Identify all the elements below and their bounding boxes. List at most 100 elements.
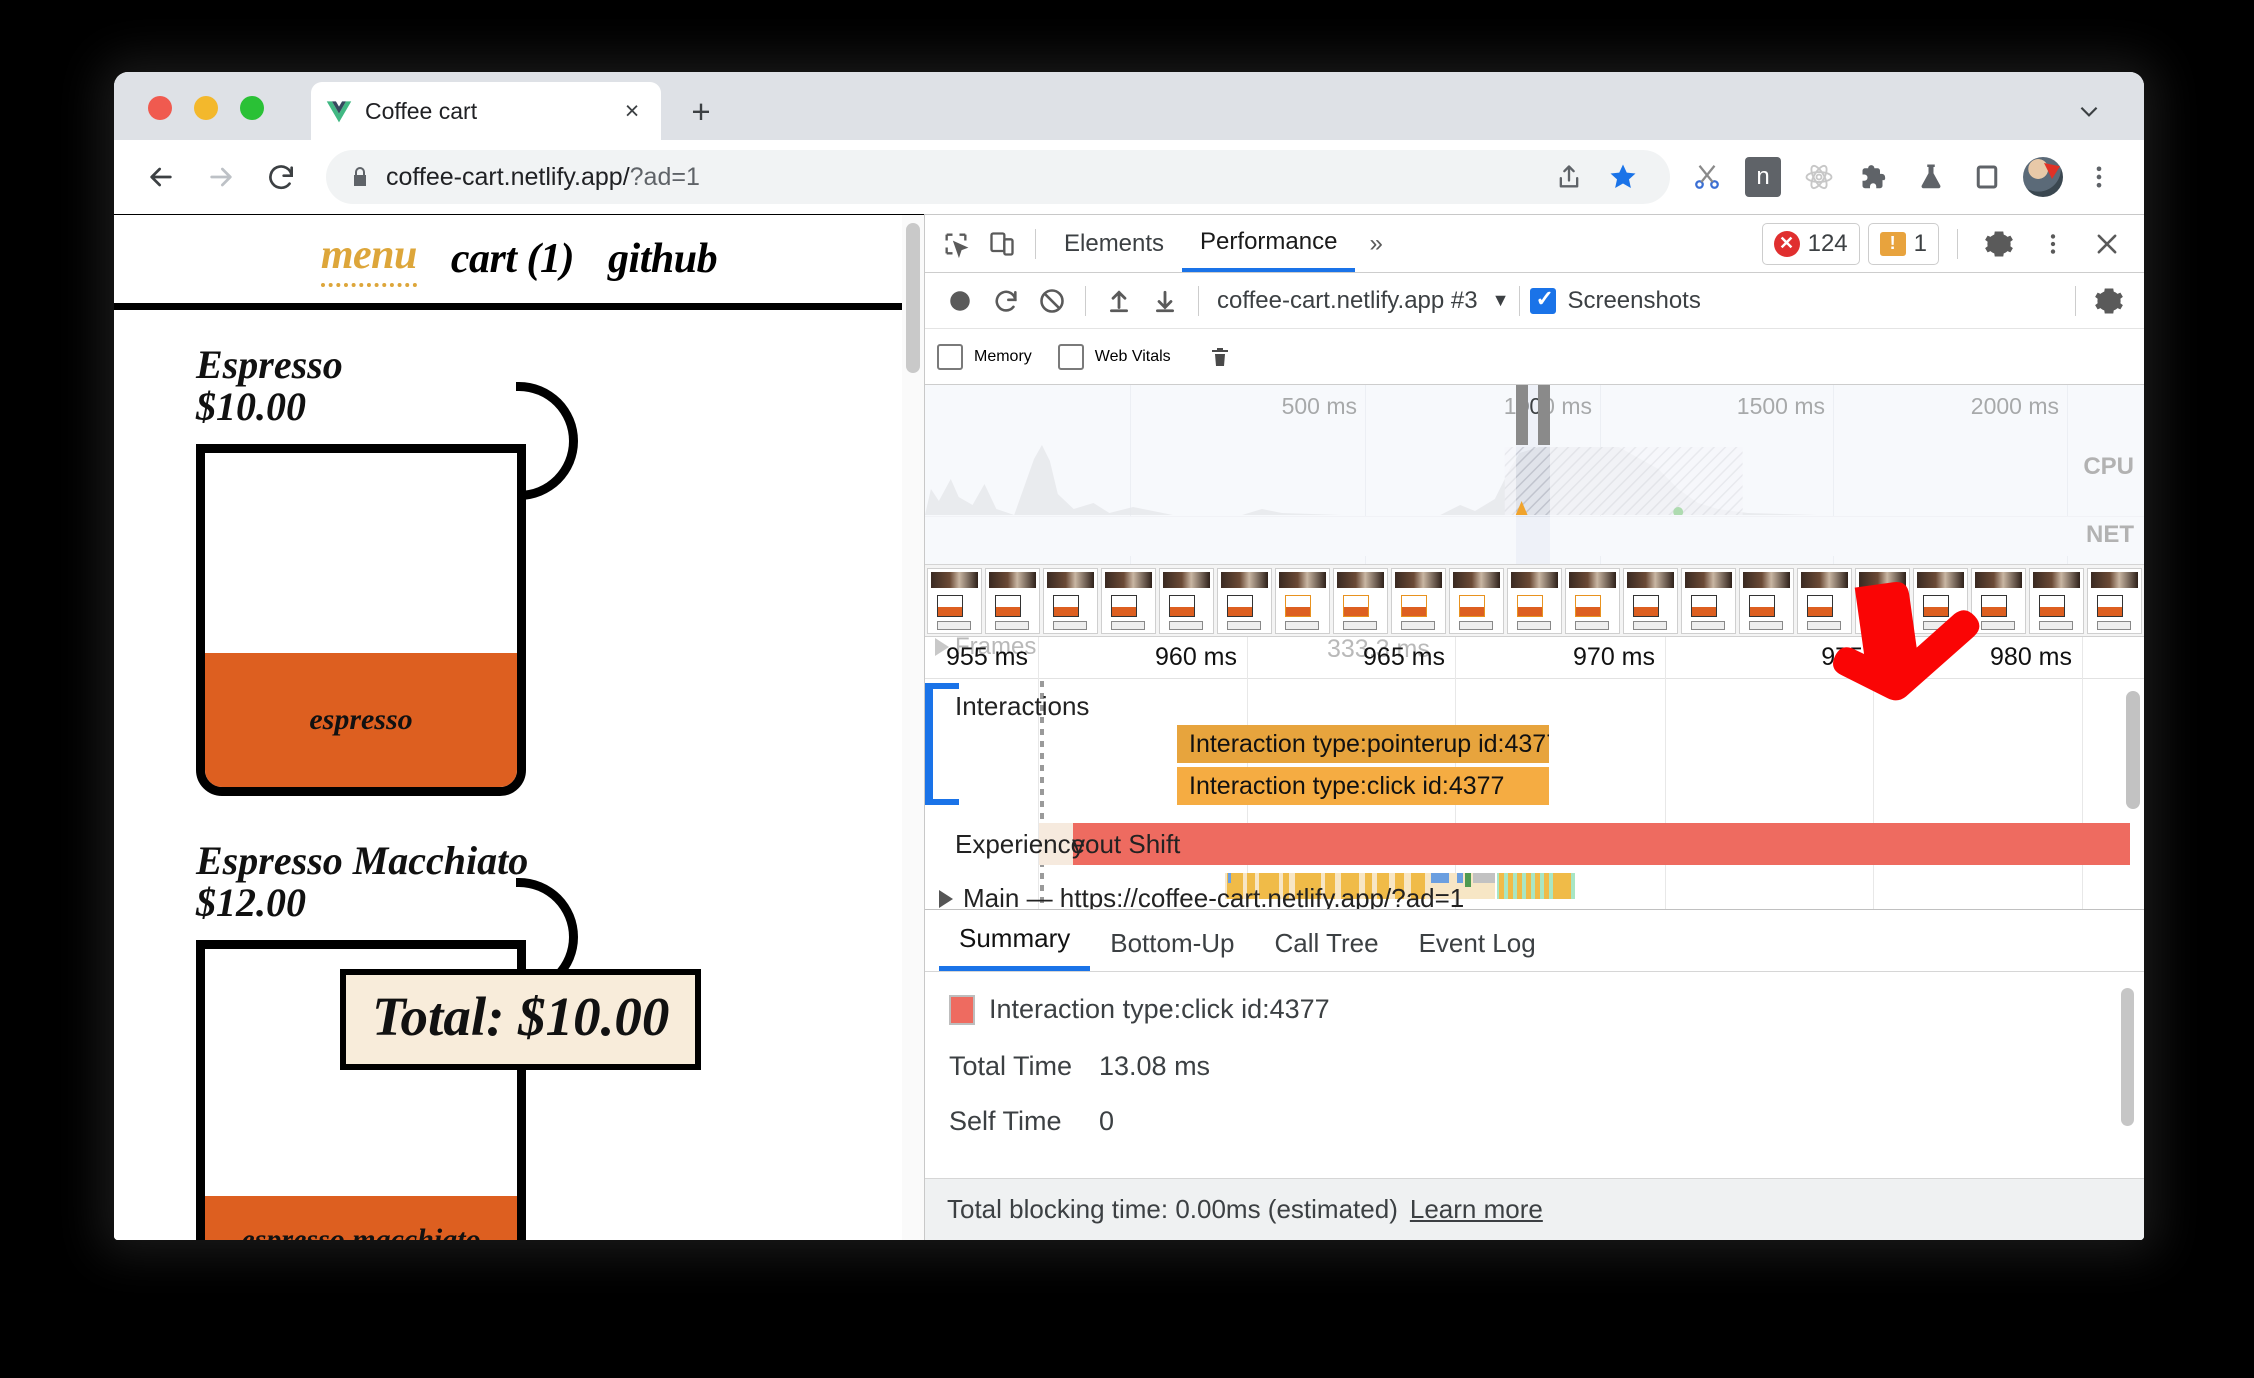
- forward-button[interactable]: [194, 150, 248, 204]
- filmstrip-frame[interactable]: [1623, 567, 1678, 634]
- filmstrip-frame[interactable]: [2029, 567, 2084, 634]
- delete-recording-icon[interactable]: [1197, 334, 1243, 380]
- reload-record-icon[interactable]: [983, 278, 1029, 324]
- filmstrip-frame[interactable]: [1391, 567, 1446, 634]
- nav-link-menu[interactable]: menu: [320, 231, 417, 287]
- filmstrip-frame[interactable]: [2087, 567, 2142, 634]
- close-tab-button[interactable]: ×: [617, 96, 647, 126]
- overview-window-left-handle[interactable]: [1516, 385, 1528, 445]
- filmstrip-frame[interactable]: [1855, 567, 1910, 634]
- memory-checkbox-box[interactable]: [937, 343, 963, 370]
- tab-strip: Coffee cart × +: [114, 72, 2144, 140]
- filmstrip-frame[interactable]: [1797, 567, 1852, 634]
- reload-button[interactable]: [254, 150, 308, 204]
- tab-event-log[interactable]: Event Log: [1399, 928, 1556, 971]
- screenshots-checkbox-box[interactable]: [1530, 286, 1557, 314]
- scissors-icon[interactable]: [1682, 152, 1732, 202]
- layout-shift-bar[interactable]: [1039, 823, 2130, 865]
- page-scrollbar-thumb[interactable]: [906, 223, 920, 373]
- labs-flask-icon[interactable]: [1906, 152, 1956, 202]
- learn-more-link[interactable]: Learn more: [1410, 1194, 1543, 1225]
- filmstrip-frame[interactable]: [1739, 567, 1794, 634]
- interaction-bar-pointerup[interactable]: Interaction type:pointerup id:4377: [1177, 725, 1549, 763]
- screenshots-checkbox[interactable]: Screenshots: [1530, 286, 1701, 315]
- flamechart-ruler[interactable]: Frames 333.3 ms 955 ms 960 ms 965 ms 970…: [925, 637, 2144, 909]
- filmstrip[interactable]: [925, 565, 2144, 637]
- filmstrip-frame[interactable]: [1217, 567, 1272, 634]
- web-vitals-checkbox-box[interactable]: [1057, 343, 1084, 370]
- filmstrip-frame[interactable]: [1449, 567, 1504, 634]
- back-button[interactable]: [134, 150, 188, 204]
- react-devtools-icon[interactable]: [1794, 152, 1844, 202]
- filmstrip-frame[interactable]: [1159, 567, 1214, 634]
- more-tabs-icon[interactable]: »: [1355, 230, 1396, 258]
- settings-gear-icon[interactable]: [1976, 221, 2022, 267]
- nav-link-github[interactable]: github: [608, 235, 718, 283]
- flame-tick: 955 ms: [946, 643, 1028, 671]
- profile-select-label[interactable]: coffee-cart.netlify.app #3: [1217, 287, 1478, 315]
- memory-checkbox[interactable]: Memory: [937, 343, 1032, 370]
- profile-select-caret[interactable]: ▼: [1492, 290, 1510, 311]
- web-vitals-checkbox[interactable]: Web Vitals: [1057, 343, 1171, 370]
- summary-scrollbar-thumb[interactable]: [2121, 988, 2134, 1126]
- close-devtools-icon[interactable]: [2084, 221, 2130, 267]
- capture-settings-gear-icon[interactable]: [2086, 278, 2132, 324]
- main-track-events-2[interactable]: [1497, 873, 1575, 899]
- filmstrip-frame[interactable]: [1681, 567, 1736, 634]
- interaction-bar-click[interactable]: Interaction type:click id:4377: [1177, 767, 1549, 805]
- extensions-puzzle-icon[interactable]: [1850, 152, 1900, 202]
- nav-link-cart[interactable]: cart (1): [451, 235, 575, 283]
- filmstrip-frame[interactable]: [1507, 567, 1562, 634]
- device-toolbar-icon[interactable]: [979, 221, 1025, 267]
- close-window-button[interactable]: [148, 96, 172, 120]
- address-bar[interactable]: coffee-cart.netlify.app/?ad=1: [326, 150, 1670, 204]
- download-profile-icon[interactable]: [1142, 278, 1188, 324]
- more-options-icon[interactable]: [2030, 221, 2076, 267]
- tab-bottom-up[interactable]: Bottom-Up: [1090, 928, 1254, 971]
- avatar[interactable]: [2018, 152, 2068, 202]
- tab-elements[interactable]: Elements: [1046, 215, 1182, 272]
- bookmark-star-icon[interactable]: [1598, 152, 1648, 202]
- overview-window-right-handle[interactable]: [1538, 385, 1550, 445]
- flame-tick: 965 ms: [1363, 643, 1445, 671]
- inspect-element-icon[interactable]: [933, 221, 979, 267]
- flame-chart[interactable]: Frames 333.3 ms 955 ms 960 ms 965 ms 970…: [925, 637, 2144, 910]
- track-label-experience[interactable]: Experience: [955, 829, 1085, 860]
- record-circle-icon[interactable]: [937, 278, 983, 324]
- three-dot-menu-icon[interactable]: [2074, 152, 2124, 202]
- filmstrip-frame[interactable]: [1275, 567, 1330, 634]
- tab-summary[interactable]: Summary: [939, 923, 1091, 971]
- notion-extension-icon[interactable]: n: [1738, 152, 1788, 202]
- new-tab-button[interactable]: +: [684, 94, 718, 128]
- filmstrip-frame[interactable]: [1043, 567, 1098, 634]
- filmstrip-frame[interactable]: [985, 567, 1040, 634]
- filmstrip-frame[interactable]: [1913, 567, 1968, 634]
- error-count-badge[interactable]: ✕ 124: [1761, 222, 1860, 265]
- warning-count-badge[interactable]: ! 1: [1867, 222, 1939, 265]
- tab-call-tree[interactable]: Call Tree: [1255, 928, 1399, 971]
- share-icon[interactable]: [1544, 152, 1594, 202]
- side-panel-icon[interactable]: [1962, 152, 2012, 202]
- filmstrip-frame[interactable]: [1333, 567, 1388, 634]
- cup-graphic[interactable]: espresso: [196, 444, 526, 796]
- minimize-window-button[interactable]: [194, 96, 218, 120]
- total-text: Total: $10.00: [372, 986, 670, 1047]
- chevron-down-icon[interactable]: [2076, 98, 2102, 130]
- track-label-interactions[interactable]: Interactions: [955, 691, 1089, 722]
- clear-recording-icon[interactable]: [1029, 278, 1075, 324]
- filmstrip-frame[interactable]: [1565, 567, 1620, 634]
- expand-triangle-icon[interactable]: [939, 889, 953, 908]
- filmstrip-frame[interactable]: [1971, 567, 2026, 634]
- filmstrip-frame[interactable]: [927, 567, 982, 634]
- filmstrip-frame[interactable]: [1101, 567, 1156, 634]
- maximize-window-button[interactable]: [240, 96, 264, 120]
- tab-performance[interactable]: Performance: [1182, 215, 1356, 272]
- flamechart-scrollbar-thumb[interactable]: [2126, 691, 2140, 809]
- timeline-overview[interactable]: 500 ms 1000 ms 1500 ms 2000 ms: [925, 385, 2144, 565]
- browser-tab[interactable]: Coffee cart ×: [311, 82, 661, 140]
- track-header-main[interactable]: Main — https://coffee-cart.netlify.app/?…: [939, 883, 1465, 910]
- menu-item-espresso[interactable]: Espresso $10.00 espresso: [196, 344, 596, 796]
- track-label-main: Main — https://coffee-cart.netlify.app/?…: [963, 883, 1465, 910]
- upload-profile-icon[interactable]: [1096, 278, 1142, 324]
- page-scrollbar[interactable]: [902, 215, 924, 1240]
